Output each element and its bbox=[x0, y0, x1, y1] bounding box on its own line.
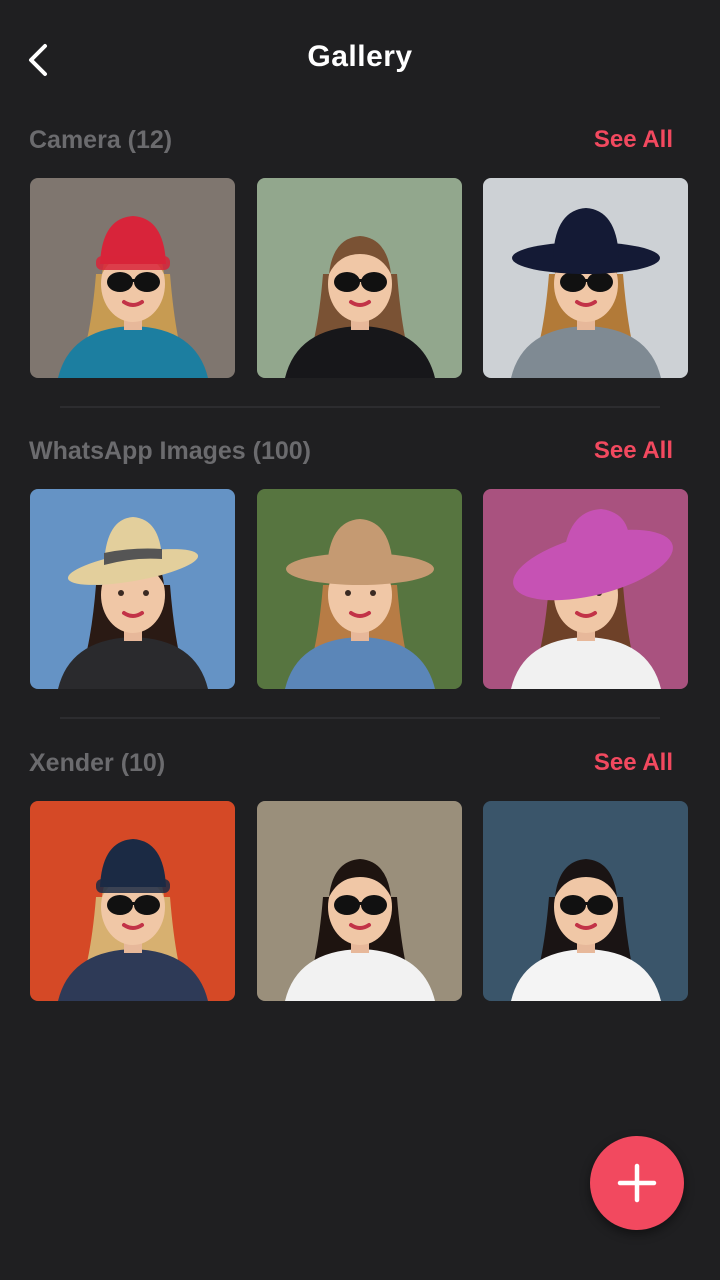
photo-image bbox=[483, 801, 688, 1001]
see-all-link[interactable]: See All bbox=[594, 749, 673, 777]
section-label: Xender (10) bbox=[29, 749, 166, 777]
thumbnail-row bbox=[30, 801, 688, 1001]
plus-icon bbox=[617, 1163, 657, 1203]
app-header: Gallery bbox=[0, 0, 720, 120]
photo-thumbnail[interactable] bbox=[483, 178, 688, 378]
photo-thumbnail[interactable] bbox=[30, 178, 235, 378]
photo-image bbox=[30, 801, 235, 1001]
section-label: WhatsApp Images (100) bbox=[29, 437, 312, 465]
section-divider bbox=[60, 717, 660, 719]
section-xender: Xender (10) See All bbox=[0, 749, 720, 1001]
photo-image bbox=[257, 489, 462, 689]
photo-image bbox=[483, 178, 688, 378]
add-photo-button[interactable] bbox=[590, 1136, 684, 1230]
see-all-link[interactable]: See All bbox=[594, 437, 673, 465]
photo-thumbnail[interactable] bbox=[257, 178, 462, 378]
photo-image bbox=[30, 178, 235, 378]
section-whatsapp-images: WhatsApp Images (100) See All bbox=[0, 437, 720, 689]
thumbnail-row bbox=[30, 489, 688, 689]
section-camera: Camera (12) See All bbox=[0, 126, 720, 378]
photo-image bbox=[257, 801, 462, 1001]
photo-thumbnail[interactable] bbox=[30, 801, 235, 1001]
photo-image bbox=[483, 489, 688, 689]
photo-thumbnail[interactable] bbox=[483, 801, 688, 1001]
thumbnail-row bbox=[30, 178, 688, 378]
section-label: Camera (12) bbox=[29, 126, 173, 154]
section-divider bbox=[60, 406, 660, 408]
photo-thumbnail[interactable] bbox=[257, 801, 462, 1001]
see-all-link[interactable]: See All bbox=[594, 126, 673, 154]
photo-image bbox=[257, 178, 462, 378]
photo-thumbnail[interactable] bbox=[30, 489, 235, 689]
photo-thumbnail[interactable] bbox=[483, 489, 688, 689]
photo-image bbox=[30, 489, 235, 689]
photo-thumbnail[interactable] bbox=[257, 489, 462, 689]
page-title: Gallery bbox=[307, 40, 413, 73]
